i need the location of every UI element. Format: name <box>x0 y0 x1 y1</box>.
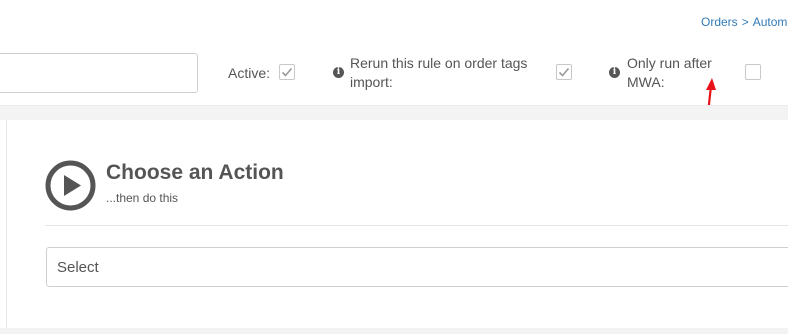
breadcrumb-link-automation[interactable]: Automa <box>753 15 788 29</box>
rerun-label-line1: Rerun this rule on order tags <box>350 55 528 71</box>
rerun-label-line2: import: <box>350 74 393 90</box>
breadcrumb: Orders> Automa <box>701 15 788 29</box>
action-select-value: Select <box>57 259 99 276</box>
play-circle-icon <box>45 160 96 211</box>
active-checkbox[interactable] <box>279 64 295 80</box>
rerun-checkbox[interactable] <box>556 64 572 80</box>
section-subtitle: ...then do this <box>106 191 179 205</box>
divider <box>45 225 788 226</box>
info-icon[interactable]: i <box>333 67 344 78</box>
info-icon[interactable]: i <box>609 67 620 78</box>
breadcrumb-link-orders[interactable]: Orders <box>701 15 738 29</box>
check-icon <box>281 67 293 77</box>
section-separator <box>0 105 788 120</box>
mwa-label-line2: MWA: <box>627 74 665 90</box>
mwa-label-line1: Only run after <box>627 55 712 71</box>
section-title: Choose an Action <box>106 161 284 184</box>
active-label: Active: <box>228 65 271 81</box>
section-separator <box>0 328 788 334</box>
action-select[interactable]: Select <box>46 247 788 287</box>
rule-name-input[interactable] <box>0 53 198 93</box>
mwa-checkbox[interactable] <box>745 64 761 80</box>
breadcrumb-separator: > <box>741 15 749 29</box>
check-icon <box>558 67 570 77</box>
